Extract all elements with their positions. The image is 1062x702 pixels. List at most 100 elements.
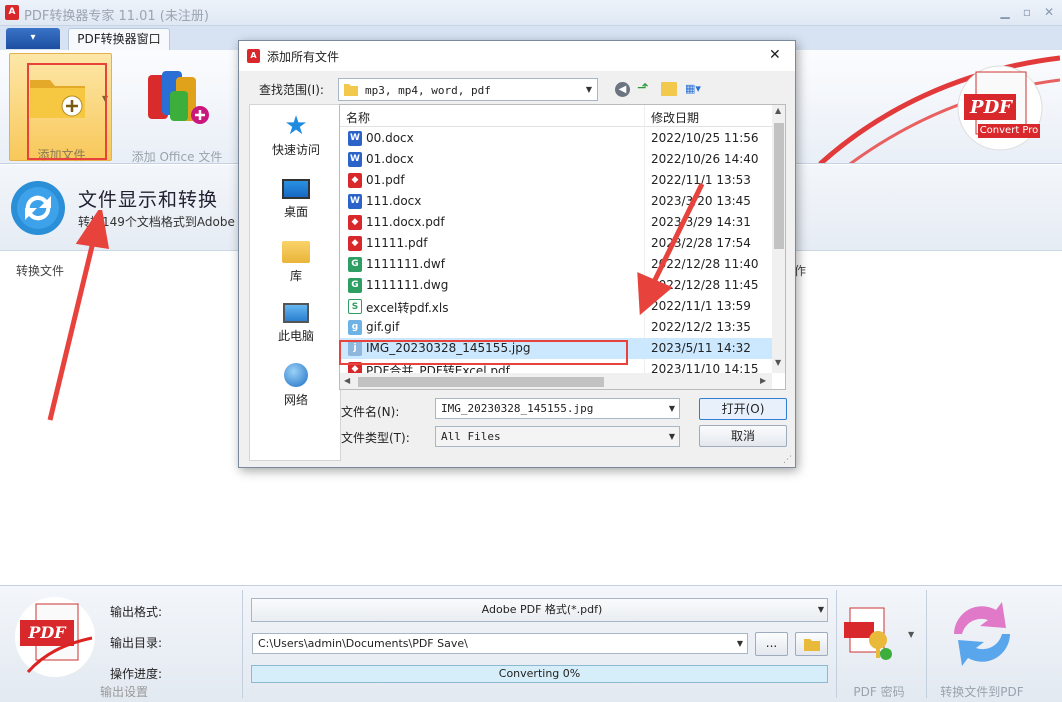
file-name: excel转pdf.xls: [366, 301, 449, 315]
open-button[interactable]: 打开(O): [699, 398, 787, 420]
app-icon: A: [5, 5, 19, 20]
pdf-password-dropdown-icon[interactable]: ▼: [908, 630, 914, 639]
dialog-app-icon: A: [247, 49, 260, 63]
window-title: PDF转换器专家 11.01 (未注册): [24, 9, 209, 24]
sort-up-icon: ⌃: [487, 104, 495, 112]
output-dir-label: 输出目录:: [110, 636, 163, 650]
file-name: 111.docx.pdf: [366, 215, 445, 229]
pdf-password-button[interactable]: ▼ PDF 密码: [838, 594, 920, 700]
file-row[interactable]: W 01.docx 2022/10/26 14:40: [340, 149, 772, 170]
browse-button[interactable]: ...: [755, 632, 788, 656]
output-format-select[interactable]: Adobe PDF 格式(*.pdf) ▼: [251, 598, 828, 622]
filename-input[interactable]: IMG_20230328_145155.jpg ▼: [435, 398, 680, 419]
place-quick-access[interactable]: ★ 快速访问: [250, 111, 342, 167]
output-dir-value: C:\Users\admin\Documents\PDF Save\: [258, 637, 468, 650]
column-name[interactable]: 名称: [346, 109, 370, 126]
computer-icon: [283, 303, 309, 323]
place-this-pc[interactable]: 此电脑: [250, 301, 342, 357]
scroll-right-icon[interactable]: ▶: [760, 376, 766, 385]
app-menu-button[interactable]: ▾: [6, 28, 60, 49]
lookin-select[interactable]: mp3, mp4, word, pdf ▼: [338, 78, 598, 101]
pdf-password-label: PDF 密码: [853, 685, 905, 699]
progress-text: Converting 0%: [498, 667, 581, 680]
scroll-thumb[interactable]: [774, 123, 784, 249]
annotation-arrow-right: [637, 182, 705, 315]
library-icon: [282, 241, 310, 263]
tab-pdf-converter[interactable]: PDF转换器窗口: [68, 28, 170, 50]
panel-divider: [242, 590, 243, 698]
output-settings-panel: PDF 输出格式: 输出目录: 操作进度: 输出设置 Adobe PDF 格式(…: [0, 585, 1062, 702]
pdf-converter-logo: PDF Convert Pro: [956, 58, 1044, 156]
filename-label: 文件名(N):: [341, 405, 400, 419]
open-folder-button[interactable]: [795, 632, 828, 656]
cancel-button[interactable]: 取消: [699, 425, 787, 447]
header-title: 文件显示和转换: [78, 189, 219, 211]
file-name: 111.docx: [366, 194, 422, 208]
filetype-value: All Files: [441, 430, 501, 443]
folder-icon: [344, 84, 358, 96]
close-icon[interactable]: ✕: [1040, 4, 1058, 20]
xls-file-icon: S: [348, 299, 362, 314]
panel-divider: [836, 590, 837, 698]
folder-icon: [803, 639, 820, 651]
vertical-scrollbar[interactable]: ▲ ▼: [772, 105, 785, 373]
output-settings-label: 输出设置: [100, 685, 149, 699]
star-icon: ★: [284, 111, 308, 141]
file-date: 2022/12/2 13:35: [651, 320, 751, 334]
desktop-icon: [282, 179, 310, 199]
place-label: 库: [289, 269, 302, 283]
lookin-value: mp3, mp4, word, pdf: [365, 84, 491, 97]
output-format-value: Adobe PDF 格式(*.pdf): [481, 603, 603, 616]
scroll-down-icon[interactable]: ▼: [775, 358, 781, 367]
dialog-close-icon[interactable]: ✕: [769, 47, 781, 63]
file-name: 00.docx: [366, 131, 414, 145]
place-library[interactable]: 库: [250, 239, 342, 295]
convert-to-pdf-label: 转换文件到PDF: [940, 685, 1024, 699]
file-name: gif.gif: [366, 320, 400, 334]
maximize-icon[interactable]: ▫: [1018, 4, 1036, 20]
pdf-file-icon: ◆: [348, 215, 362, 230]
place-desktop[interactable]: 桌面: [250, 177, 342, 233]
minimize-icon[interactable]: ▁: [996, 4, 1014, 20]
file-name: 11111.pdf: [366, 236, 428, 250]
chevron-down-icon: ▼: [736, 639, 743, 648]
resize-grip-icon[interactable]: ⋰: [783, 455, 792, 465]
file-row[interactable]: W 00.docx 2022/10/25 11:56: [340, 128, 772, 149]
scroll-thumb-h[interactable]: [358, 377, 604, 387]
place-network[interactable]: 网络: [250, 361, 342, 417]
place-label: 快速访问: [271, 143, 320, 157]
title-bar: A PDF转换器专家 11.01 (未注册) ▁ ▫ ✕: [0, 0, 1062, 26]
back-icon[interactable]: ◀: [615, 82, 630, 97]
panel-divider: [926, 590, 927, 698]
network-globe-icon: [284, 363, 308, 387]
horizontal-scrollbar[interactable]: ◀ ▶: [340, 373, 772, 389]
new-folder-icon[interactable]: [661, 82, 677, 96]
word-file-icon: W: [348, 152, 362, 167]
view-menu-icon[interactable]: ▦▾: [685, 82, 711, 96]
place-label: 桌面: [283, 205, 308, 219]
filetype-select[interactable]: All Files ▼: [435, 426, 680, 447]
add-office-file-label: 添加 Office 文件: [131, 150, 223, 164]
add-office-file-button[interactable]: 添加 Office 文件: [124, 53, 230, 164]
pdf-output-icon-text: PDF: [28, 623, 66, 642]
logo-subtitle: Convert Pro: [979, 125, 1039, 136]
file-date: 2022/10/25 11:56: [651, 131, 759, 145]
column-date[interactable]: 修改日期: [651, 109, 699, 126]
up-folder-icon[interactable]: ⬏: [637, 80, 653, 97]
filename-value: IMG_20230328_145155.jpg: [441, 402, 594, 415]
add-file-highlight-box: [27, 63, 107, 160]
place-label: 网络: [283, 393, 308, 407]
progress-label: 操作进度:: [110, 667, 163, 681]
convert-to-pdf-button[interactable]: 转换文件到PDF: [930, 590, 1034, 700]
word-file-icon: W: [348, 131, 362, 146]
file-date: 2023/5/11 14:32: [651, 341, 751, 355]
scroll-left-icon[interactable]: ◀: [344, 376, 350, 385]
file-row[interactable]: g gif.gif 2022/12/2 13:35: [340, 317, 772, 338]
gif-file-icon: g: [348, 320, 362, 335]
file-name: 01.pdf: [366, 173, 405, 187]
scroll-up-icon[interactable]: ▲: [775, 106, 781, 115]
output-dir-input[interactable]: C:\Users\admin\Documents\PDF Save\ ▼: [252, 633, 748, 654]
file-list-header: ⌃ 名称 修改日期: [340, 104, 772, 389]
dialog-title: 添加所有文件: [267, 50, 340, 64]
pdf-output-icon: PDF: [14, 594, 96, 680]
